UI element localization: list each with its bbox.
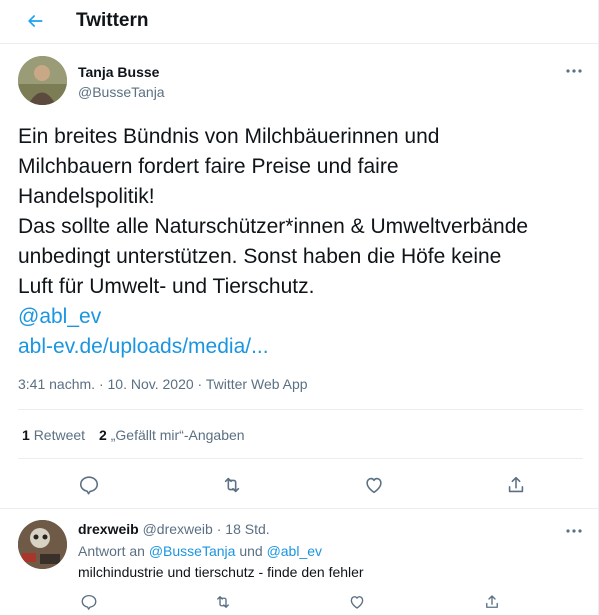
tweet-text-line: Milchbauern fordert faire Preise und fai… — [18, 155, 399, 178]
back-button[interactable] — [22, 8, 48, 34]
tweet-meta: 3:41 nachm. · 10. Nov. 2020 · Twitter We… — [18, 376, 308, 392]
retweet-icon — [217, 596, 229, 608]
reply-avatar[interactable] — [18, 520, 67, 569]
tweet-text-line: Handelspolitik! — [18, 185, 155, 208]
like-button[interactable] — [361, 472, 387, 498]
page-title: Twittern — [76, 10, 149, 31]
reply-author-name[interactable]: drexweib — [78, 521, 139, 537]
meta-separator: · — [98, 376, 104, 392]
more-options-button[interactable] — [563, 62, 585, 80]
meta-separator: · — [216, 521, 222, 537]
replying-to-user[interactable]: @abl_ev — [267, 543, 322, 559]
tweet-source[interactable]: Twitter Web App — [206, 376, 308, 392]
reply-icon — [79, 476, 99, 495]
tweet-text-line: Luft für Umwelt- und Tierschutz. — [18, 275, 315, 298]
tweet-text-line: Das sollte alle Naturschützer*innen & Um… — [18, 215, 529, 238]
like-icon — [366, 477, 382, 494]
tweet-text-line: unbedingt unterstützen. Sonst haben die … — [18, 245, 502, 268]
reply-retweet-button[interactable] — [212, 592, 234, 612]
tweet-stats: 1 Retweet 2 „Gefällt mir“-Angaben — [22, 427, 245, 443]
reply-actions — [0, 592, 599, 612]
tweet-text: Ein breites Bündnis von Milchbäuerinnen … — [18, 122, 583, 362]
share-icon — [486, 595, 498, 608]
back-arrow-icon — [28, 15, 43, 27]
divider — [18, 409, 583, 410]
more-icon — [566, 69, 582, 73]
likes-label: „Gefällt mir“-Angaben — [110, 427, 245, 443]
share-icon — [508, 476, 524, 493]
top-header: Twittern — [0, 0, 599, 44]
replying-to-prefix: Antwort an — [78, 543, 145, 559]
divider — [0, 508, 599, 509]
tweet-date[interactable]: 10. Nov. 2020 — [108, 376, 194, 392]
reply-time[interactable]: 18 Std. — [225, 521, 269, 537]
more-icon — [566, 529, 582, 533]
retweets-label: Retweet — [33, 427, 86, 443]
likes-count: 2 — [99, 427, 107, 443]
mention-link[interactable]: @abl_ev — [18, 302, 583, 332]
reply-like-button[interactable] — [346, 592, 368, 612]
tweet-actions — [0, 472, 599, 498]
reply-text: milchindustrie und tierschutz - finde de… — [78, 564, 364, 580]
reply-header: drexweib @drexweib · 18 Std. — [78, 521, 270, 537]
reply-icon — [81, 594, 97, 610]
url-link[interactable]: abl-ev.de/uploads/media/... — [18, 332, 583, 362]
retweet-icon — [224, 477, 240, 493]
divider — [18, 458, 583, 459]
avatar-photo — [18, 56, 67, 105]
replying-to: Antwort an @BusseTanja und @abl_ev — [78, 543, 322, 559]
retweets-stat[interactable]: 1 Retweet — [22, 427, 85, 443]
meta-separator: · — [197, 376, 203, 392]
reply-more-options-button[interactable] — [563, 522, 585, 540]
reply-author-handle[interactable]: @drexweib — [143, 521, 213, 537]
tweet-text-line: Ein breites Bündnis von Milchbäuerinnen … — [18, 125, 440, 148]
author-handle[interactable]: @BusseTanja — [78, 84, 165, 100]
reply-button[interactable] — [76, 472, 102, 498]
author-name[interactable]: Tanja Busse — [78, 64, 159, 80]
likes-stat[interactable]: 2 „Gefällt mir“-Angaben — [99, 427, 245, 443]
replying-to-user[interactable]: @BusseTanja — [149, 543, 236, 559]
avatar[interactable] — [18, 56, 67, 105]
reply-avatar-photo — [18, 520, 67, 569]
like-icon — [350, 596, 364, 609]
share-button[interactable] — [503, 472, 529, 498]
reply-reply-button[interactable] — [78, 592, 100, 612]
retweets-count: 1 — [22, 427, 30, 443]
reply-share-button[interactable] — [481, 592, 503, 612]
replying-to-and: und — [239, 543, 263, 559]
tweet-time[interactable]: 3:41 nachm. — [18, 376, 95, 392]
retweet-button[interactable] — [219, 472, 245, 498]
